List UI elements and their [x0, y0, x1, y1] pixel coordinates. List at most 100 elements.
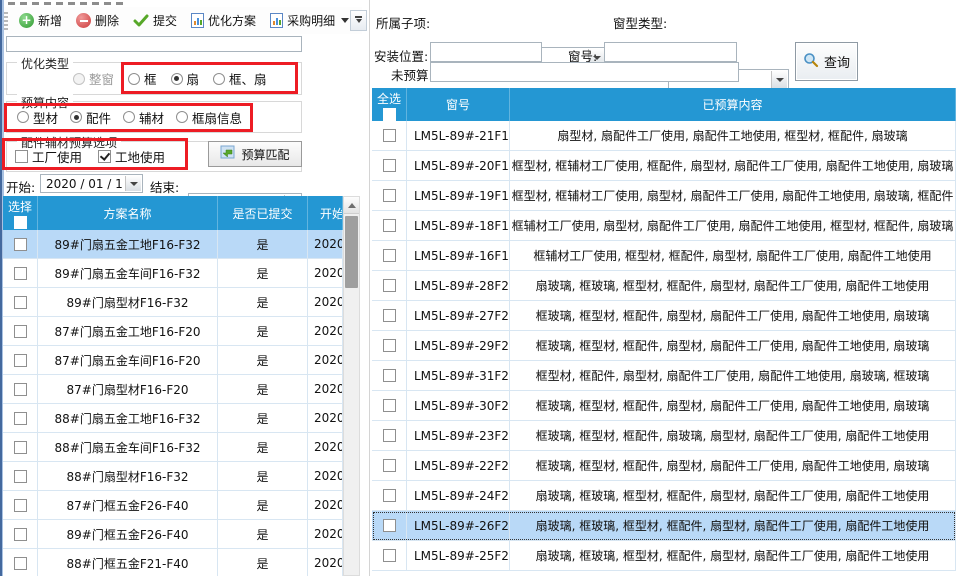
plan-table-row[interactable]: 88#门框五金F21-F40是2020/0 — [3, 549, 343, 576]
row-select-cell[interactable] — [372, 481, 407, 510]
radio-option[interactable]: 框、扇 — [213, 69, 267, 88]
row-select-cell[interactable] — [372, 151, 407, 180]
delete-button[interactable]: 删除 — [71, 10, 124, 31]
submitted-column-header[interactable]: 是否已提交 — [218, 196, 308, 230]
row-select-cell[interactable] — [372, 541, 407, 570]
submitted-cell: 是 — [218, 491, 308, 519]
row-select-cell[interactable] — [372, 391, 407, 420]
row-select-cell[interactable] — [3, 433, 38, 461]
toolbar-grip[interactable] — [4, 12, 8, 30]
submitted-cell: 是 — [218, 375, 308, 403]
radio-option[interactable]: 框扇信息 — [176, 108, 242, 127]
row-select-cell[interactable] — [3, 317, 38, 345]
budgeted-content-column-header[interactable]: 已预算内容 — [510, 88, 956, 121]
row-select-cell[interactable] — [3, 346, 38, 374]
row-select-cell[interactable] — [372, 301, 407, 330]
dropdown-arrow-icon[interactable] — [125, 176, 141, 191]
row-select-cell[interactable] — [372, 211, 407, 240]
row-select-cell[interactable] — [372, 331, 407, 360]
window-table-row[interactable]: LM5L-89#-31F29框型材, 框配件, 扇型材, 扇配件工厂使用, 扇配… — [372, 361, 956, 391]
window-table-row[interactable]: LM5L-89#-22F20框玻璃, 框型材, 框配件, 扇型材, 扇配件工厂使… — [372, 451, 956, 481]
budget-match-button[interactable]: 预算匹配 — [208, 141, 302, 167]
row-select-cell[interactable] — [372, 241, 407, 270]
plan-table-row[interactable]: 88#门扇型材F16-F32是2020/0 — [3, 462, 343, 491]
row-select-cell[interactable] — [372, 421, 407, 450]
select-column-header[interactable]: 选择 — [3, 196, 38, 230]
plan-table-row[interactable]: 89#门框五金F26-F40是2020/0 — [3, 520, 343, 549]
purchase-detail-button[interactable]: 采购明细 — [265, 10, 354, 31]
start-column-header[interactable]: 开始 — [308, 196, 343, 230]
row-select-cell[interactable] — [3, 520, 38, 548]
install-position-input[interactable] — [430, 42, 542, 62]
radio-option[interactable]: 扇 — [171, 69, 200, 88]
window-no-column-header[interactable]: 窗号 — [407, 88, 510, 121]
plan-table-row[interactable]: 89#门扇五金工地F16-F32是2020/0 — [3, 230, 343, 259]
row-select-cell[interactable] — [3, 288, 38, 316]
start-date-picker[interactable]: 2020 / 01 / 1 — [40, 174, 143, 193]
query-button[interactable]: 查询 — [795, 42, 858, 81]
optimize-plan-button[interactable]: 优化方案 — [186, 10, 261, 31]
window-table-row[interactable]: LM5L-89#-20F18框型材, 框辅材工厂使用, 框配件, 扇型材, 扇配… — [372, 151, 956, 181]
window-table-row[interactable]: LM5L-89#-19F17框型材, 框辅材工厂使用, 扇型材, 扇配件工厂使用… — [372, 181, 956, 211]
no-budget-input[interactable] — [430, 62, 739, 82]
add-button[interactable]: + 新增 — [14, 10, 67, 31]
select-all-column-header[interactable]: 全选 — [372, 88, 407, 121]
plan-name-cell: 87#门扇型材F16-F20 — [38, 375, 218, 403]
window-table-row[interactable]: LM5L-89#-16F15框辅材工厂使用, 框型材, 框配件, 扇型材, 扇配… — [372, 241, 956, 271]
select-all-checkbox[interactable] — [383, 108, 396, 121]
row-select-cell[interactable] — [3, 491, 38, 519]
window-table-row[interactable]: LM5L-89#-26F24扇玻璃, 框玻璃, 框型材, 框配件, 扇型材, 扇… — [372, 511, 956, 541]
checkbox-icon — [383, 399, 396, 412]
plan-table-scrollbar[interactable] — [343, 196, 360, 576]
window-no-input[interactable] — [604, 42, 737, 62]
submitted-cell: 是 — [218, 433, 308, 461]
plan-table-row[interactable]: 87#门扇五金车间F16-F20是2020/0 — [3, 346, 343, 375]
row-select-cell[interactable] — [3, 230, 38, 258]
delete-icon — [76, 13, 91, 28]
row-select-cell[interactable] — [372, 271, 407, 300]
plan-table-row[interactable]: 88#门扇五金车间F16-F32是2020/0 — [3, 433, 343, 462]
plan-table-row[interactable]: 89#门扇型材F16-F32是2020/0 — [3, 288, 343, 317]
window-table-row[interactable]: LM5L-89#-27F25框玻璃, 框型材, 框配件, 扇型材, 扇配件工厂使… — [372, 301, 956, 331]
row-select-cell[interactable] — [3, 375, 38, 403]
scrollbar-thumb[interactable] — [345, 216, 358, 288]
row-select-cell[interactable] — [3, 259, 38, 287]
window-table-row[interactable]: LM5L-89#-30F28框玻璃, 框型材, 框配件, 扇型材, 扇配件工厂使… — [372, 391, 956, 421]
row-select-cell[interactable] — [372, 121, 407, 150]
row-select-cell[interactable] — [372, 361, 407, 390]
window-table-row[interactable]: LM5L-89#-24F22扇玻璃, 框玻璃, 框型材, 框配件, 扇型材, 扇… — [372, 481, 956, 511]
plan-table-row[interactable]: 87#门扇型材F16-F20是2020/0 — [3, 375, 343, 404]
window-table-row[interactable]: LM5L-89#-29F27框玻璃, 框型材, 框配件, 扇型材, 扇配件工厂使… — [372, 331, 956, 361]
row-select-cell[interactable] — [3, 404, 38, 432]
radio-option[interactable]: 辅材 — [123, 108, 164, 127]
row-select-cell[interactable] — [372, 181, 407, 210]
budgeted-content-cell: 框玻璃, 框型材, 框配件, 扇型材, 扇配件工厂使用, 扇配件工地使用, 扇玻… — [510, 451, 956, 480]
scroll-up-icon[interactable] — [344, 197, 359, 214]
window-table-row[interactable]: LM5L-89#-28F26扇玻璃, 框玻璃, 框型材, 框配件, 扇型材, 扇… — [372, 271, 956, 301]
checkbox-option[interactable]: 工厂使用 — [15, 147, 82, 166]
window-table-row[interactable]: LM5L-89#-21F19扇型材, 扇配件工厂使用, 扇配件工地使用, 框型材… — [372, 121, 956, 151]
row-select-cell[interactable] — [372, 511, 407, 540]
plan-table-row[interactable]: 88#门扇五金工地F16-F32是2020/0 — [3, 404, 343, 433]
submit-button[interactable]: 提交 — [128, 10, 182, 31]
toolbar-overflow-button[interactable] — [350, 10, 367, 31]
plan-filter-input[interactable] — [6, 36, 302, 52]
radio-icon — [171, 73, 183, 85]
radio-option[interactable]: 配件 — [70, 108, 111, 127]
window-table-row[interactable]: LM5L-89#-25F23扇玻璃, 框玻璃, 框型材, 框配件, 扇型材, 扇… — [372, 541, 956, 571]
window-table-row[interactable]: LM5L-89#-23F21框玻璃, 框型材, 框配件, 扇玻璃, 扇型材, 扇… — [372, 421, 956, 451]
checkbox-option[interactable]: 工地使用 — [98, 147, 165, 166]
select-all-checkbox[interactable] — [14, 216, 27, 229]
row-select-cell[interactable] — [372, 451, 407, 480]
window-table-row[interactable]: LM5L-89#-18F16框辅材工厂使用, 扇型材, 扇配件工厂使用, 扇配件… — [372, 211, 956, 241]
plan-table-row[interactable]: 87#门扇五金工地F16-F20是2020/0 — [3, 317, 343, 346]
checkbox-icon — [383, 369, 396, 382]
plan-table-row[interactable]: 89#门扇五金车间F16-F32是2020/0 — [3, 259, 343, 288]
dropdown-arrow-icon[interactable] — [771, 71, 787, 89]
row-select-cell[interactable] — [3, 462, 38, 490]
radio-option[interactable]: 型材 — [17, 108, 58, 127]
row-select-cell[interactable] — [3, 549, 38, 576]
plan-table-row[interactable]: 87#门框五金F26-F40是2020/0 — [3, 491, 343, 520]
plan-name-column-header[interactable]: 方案名称 — [38, 196, 218, 230]
radio-option[interactable]: 框 — [128, 69, 157, 88]
